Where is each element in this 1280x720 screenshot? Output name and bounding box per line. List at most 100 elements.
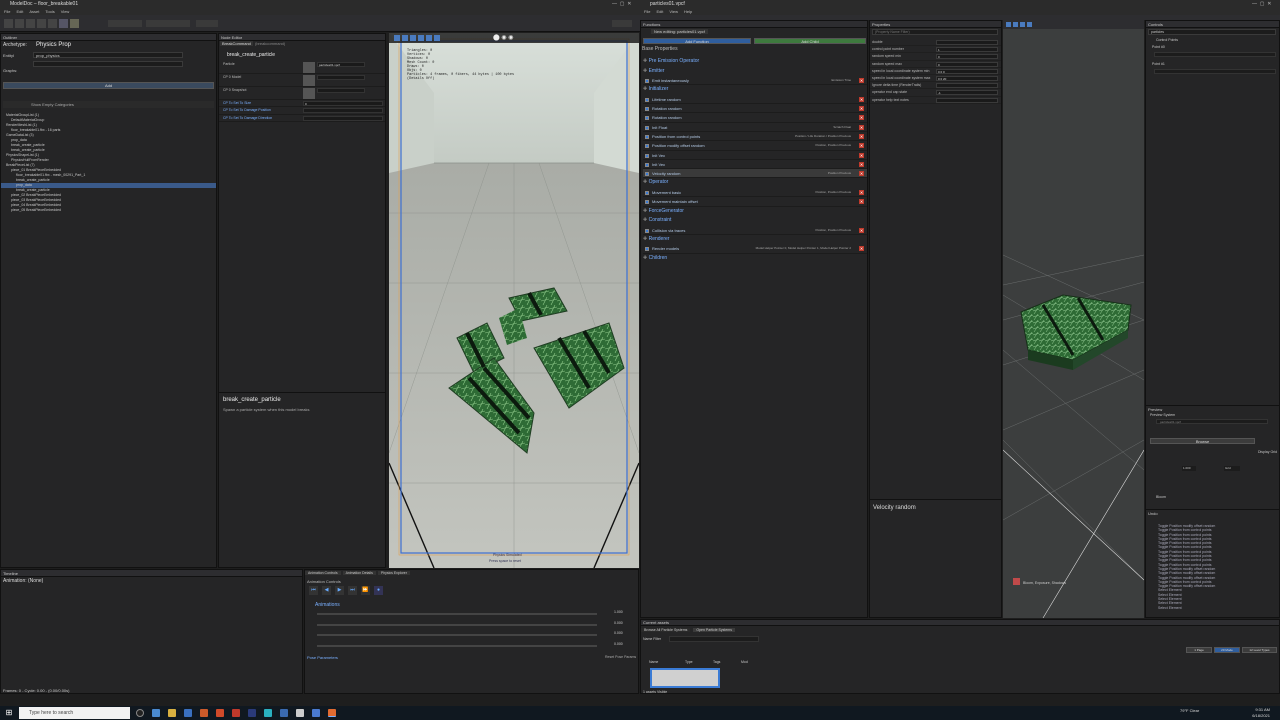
function-row[interactable]: Position modify offset random Position, P… xyxy=(643,141,867,151)
asset-tab[interactable]: Browse All Particle Systems xyxy=(641,628,691,632)
add-button[interactable]: Add xyxy=(3,82,214,89)
preview-toolbar[interactable] xyxy=(1003,20,1144,29)
menu-item[interactable]: View xyxy=(61,8,70,15)
menu-item[interactable]: Tools xyxy=(45,8,54,15)
asset-column-header[interactable]: Tags xyxy=(713,660,741,664)
viewport-toolbar[interactable]: ⬤ ◉ ◉ xyxy=(389,33,639,43)
functions-tab[interactable]: New editing: particles01.vpcf xyxy=(651,29,708,34)
node-field-value[interactable]: 0 xyxy=(303,101,383,106)
window-controls[interactable]: — ▢ ✕ xyxy=(612,1,638,7)
function-row[interactable]: Init Vec ✕ xyxy=(643,151,867,160)
function-enable-checkbox[interactable] xyxy=(645,153,649,158)
menu-item[interactable]: Help xyxy=(684,8,692,15)
function-section[interactable]: ✚ Constraint xyxy=(643,216,867,226)
delete-function-icon[interactable]: ✕ xyxy=(859,161,864,167)
animation-slider-row[interactable]: 0.000 xyxy=(309,642,634,653)
taskbar-search[interactable]: Type here to search xyxy=(19,707,130,719)
function-row[interactable]: Emit instantaneously Emission Time ✕ xyxy=(643,76,867,86)
function-section[interactable]: ✚ Pre Emission Operator xyxy=(643,57,867,67)
property-filter-input[interactable]: (Property Name Filter) xyxy=(872,29,998,35)
function-row[interactable]: Velocity random Position Previous ✕ xyxy=(643,169,867,179)
weather-text[interactable]: 79°F Clear xyxy=(1180,708,1199,713)
base-properties[interactable]: Base Properties xyxy=(642,46,678,52)
delete-function-icon[interactable]: ✕ xyxy=(859,133,864,139)
name-filter-input[interactable] xyxy=(669,636,759,642)
slider-value[interactable]: 0.000 xyxy=(614,631,623,635)
property-value-input[interactable]: 0 0 0 xyxy=(936,68,998,74)
add-child-button[interactable]: Add Child xyxy=(754,38,866,44)
clock-date[interactable]: 6/18/2021 xyxy=(1240,713,1270,718)
slider-track[interactable] xyxy=(317,644,597,647)
property-row[interactable]: double xyxy=(870,39,1001,47)
function-enable-checkbox[interactable] xyxy=(645,78,649,83)
menu-item[interactable]: File xyxy=(4,8,10,15)
app-icon-3[interactable] xyxy=(248,709,256,717)
function-enable-checkbox[interactable] xyxy=(645,125,649,130)
level-types-button[interactable]: 12 Level Types xyxy=(1242,647,1277,653)
menu-item[interactable]: View xyxy=(669,8,678,15)
app-icon-8[interactable] xyxy=(328,709,336,717)
function-enable-checkbox[interactable] xyxy=(645,247,649,252)
animation-slider-row[interactable]: 1.000 xyxy=(309,610,634,621)
property-value-input[interactable] xyxy=(936,83,998,89)
function-enable-checkbox[interactable] xyxy=(645,162,649,167)
function-enable-checkbox[interactable] xyxy=(645,116,649,121)
node-field-thumbnail[interactable] xyxy=(303,75,315,86)
app-icon-5[interactable] xyxy=(280,709,288,717)
page-button[interactable]: 1 Page xyxy=(1186,647,1212,653)
function-enable-checkbox[interactable] xyxy=(645,144,649,149)
function-section[interactable]: ✚ ForceGenerator xyxy=(643,207,867,217)
property-value-input[interactable] xyxy=(936,40,998,45)
delete-function-icon[interactable]: ✕ xyxy=(859,171,864,177)
node-field-value[interactable] xyxy=(317,88,365,93)
explorer-icon[interactable] xyxy=(168,709,176,717)
function-enable-checkbox[interactable] xyxy=(645,200,649,205)
show-empty-checkbox[interactable]: Show Empty Categories xyxy=(31,102,74,107)
property-row[interactable]: speed in local coordinate system min 0 0 … xyxy=(870,68,1001,75)
point1-fields[interactable] xyxy=(1154,69,1276,74)
browse-button[interactable]: Browse xyxy=(1150,438,1255,444)
delete-function-icon[interactable]: ✕ xyxy=(859,106,864,112)
property-row[interactable]: random speed max 0 xyxy=(870,61,1001,68)
archetype-value[interactable]: Physics Prop xyxy=(36,42,71,48)
property-row[interactable]: random speed min 0 xyxy=(870,53,1001,61)
property-row[interactable]: control point number 1 xyxy=(870,46,1001,54)
add-function-button[interactable]: Add Function xyxy=(643,38,751,44)
function-enable-checkbox[interactable] xyxy=(645,228,649,233)
entity-field[interactable]: prop_physics xyxy=(33,52,183,58)
node-field-value[interactable] xyxy=(303,115,383,121)
point0-fields[interactable] xyxy=(1154,52,1276,57)
task-view-icon[interactable] xyxy=(136,709,144,717)
node-field-value[interactable] xyxy=(303,108,383,114)
node-field-value[interactable]: particles01.vpcf xyxy=(317,62,365,67)
menu-item[interactable]: Edit xyxy=(16,8,23,15)
animation-tab[interactable]: Animation Details xyxy=(342,571,376,575)
windows-start-icon[interactable]: ⊞ xyxy=(0,706,18,720)
animation-sliders[interactable]: 1.000 0.000 0.000 0.000 xyxy=(309,610,634,652)
function-row[interactable]: Position from control points Position / L… xyxy=(643,132,867,142)
asset-tab[interactable]: Open Particle Systems xyxy=(693,628,735,632)
undo-item[interactable]: Select Element xyxy=(1146,606,1279,610)
delete-function-icon[interactable]: ✕ xyxy=(859,227,864,233)
property-row[interactable]: Ignore delta time (RenderTrails) xyxy=(870,82,1001,90)
slider-track[interactable] xyxy=(317,634,597,636)
tree-item[interactable]: piece_05 BreakPieceEmbedded xyxy=(1,208,216,213)
model-viewport[interactable]: ⬤ ◉ ◉ Triangles: 0 Vertices: 0 Shadows: 0M… xyxy=(389,33,639,568)
asset-column-header[interactable]: Mod xyxy=(741,660,769,664)
graphs-field[interactable] xyxy=(33,61,183,67)
function-enable-checkbox[interactable] xyxy=(645,172,649,177)
menu-item[interactable]: Asset xyxy=(29,8,39,15)
delete-function-icon[interactable]: ✕ xyxy=(859,199,864,205)
function-row[interactable]: Rotation random ✕ xyxy=(643,104,867,114)
function-row[interactable]: Init Vec ✕ xyxy=(643,160,867,170)
slider-track[interactable] xyxy=(317,623,597,626)
node-field-value[interactable] xyxy=(317,75,365,80)
delete-function-icon[interactable]: ✕ xyxy=(859,124,864,130)
property-row[interactable]: operator end cap state -1 xyxy=(870,89,1001,97)
property-value-input[interactable]: 1 xyxy=(936,47,998,53)
property-value-input[interactable] xyxy=(936,97,998,103)
function-enable-checkbox[interactable] xyxy=(645,107,649,112)
simulation-rate-input[interactable]: 1.000 xyxy=(1182,466,1196,471)
app-icon-1[interactable] xyxy=(216,709,224,717)
function-section[interactable]: ✚ Children xyxy=(643,254,867,264)
